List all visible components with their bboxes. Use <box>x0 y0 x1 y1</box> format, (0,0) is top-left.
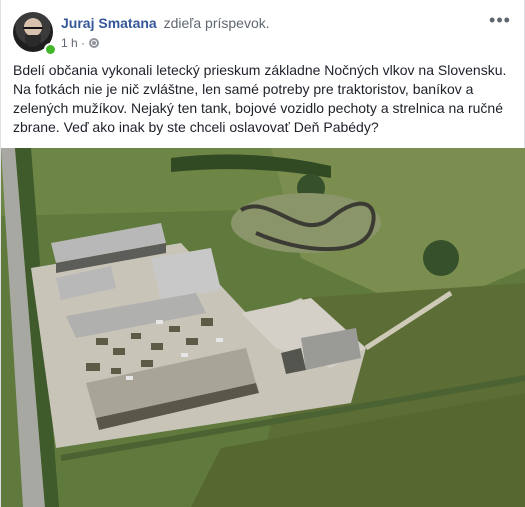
post-meta: 1 h · <box>61 36 100 50</box>
avatar-glasses <box>23 27 43 34</box>
aerial-photo-base <box>1 148 525 507</box>
globe-icon <box>89 38 100 48</box>
post-author-line: Juraj Smatana zdieľa príspevok. <box>61 15 270 31</box>
post-action-text: zdieľa príspevok. <box>163 15 270 31</box>
author-name-link[interactable]: Juraj Smatana <box>61 15 157 31</box>
post-timestamp[interactable]: 1 h · <box>61 36 85 50</box>
avatar-beard <box>25 35 41 47</box>
tree-cluster <box>423 240 459 276</box>
post-header: Juraj Smatana zdieľa príspevok. 1 h · ••… <box>13 11 512 56</box>
online-status-icon <box>44 43 57 56</box>
post-text: Bdelí občania vykonali letecký prieskum … <box>13 62 507 135</box>
post-photo[interactable] <box>1 148 525 507</box>
facebook-post: Juraj Smatana zdieľa príspevok. 1 h · ••… <box>0 0 525 507</box>
more-options-button[interactable]: ••• <box>488 11 512 32</box>
